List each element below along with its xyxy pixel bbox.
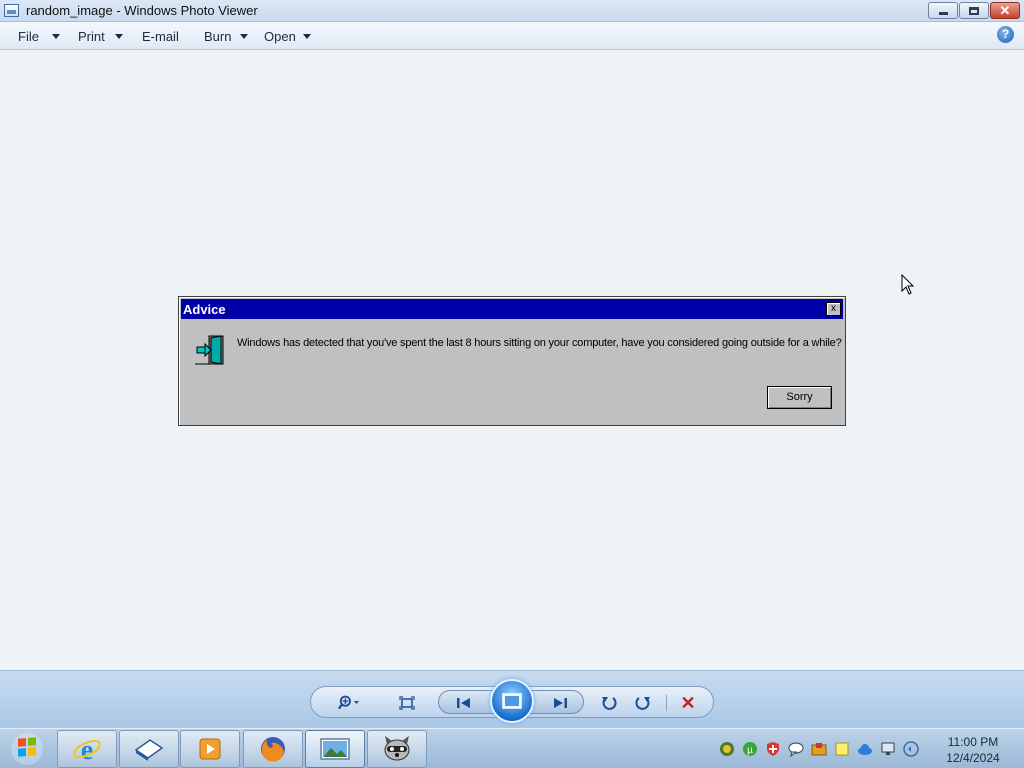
restore-button[interactable] [959,2,989,19]
clock-date: 12/4/2024 [946,751,1000,765]
media-player-icon [199,738,221,760]
volume-icon[interactable] [902,740,920,758]
actual-size-button[interactable] [395,693,419,713]
minimize-button[interactable] [928,2,958,19]
menu-email[interactable]: E-mail [142,29,179,44]
photo-viewer-icon [320,738,350,760]
menu-bar: File Print E-mail Burn Open ? [0,22,1024,50]
svg-text:µ: µ [747,745,753,756]
mouse-cursor-icon [901,274,915,295]
title-bar: random_image - Windows Photo Viewer ✕ [0,0,1024,22]
print-dropdown-arrow-icon[interactable] [115,34,123,39]
delete-button[interactable]: ✕ [676,693,700,713]
chat-icon[interactable] [787,740,805,758]
firefox-icon [261,737,285,762]
dialog-close-button[interactable]: x [826,302,841,316]
next-button[interactable] [548,693,572,713]
exit-door-icon [195,335,224,365]
minimize-icon [938,12,948,15]
taskbar-raccoon-app[interactable] [367,730,427,768]
previous-button[interactable] [452,693,476,713]
next-icon [554,698,567,708]
window-controls: ✕ [928,2,1020,19]
taskbar-firefox[interactable] [243,730,303,768]
close-button[interactable]: ✕ [990,2,1020,19]
help-icon[interactable]: ? [997,26,1014,43]
system-tray: µ [718,737,920,761]
windows-start-icon [11,733,43,765]
taskbar-internet-explorer[interactable]: e [57,730,117,768]
window-title: random_image - Windows Photo Viewer [26,3,258,18]
menu-burn[interactable]: Burn [204,29,231,44]
rotate-clockwise-icon [635,697,650,710]
menu-print[interactable]: Print [78,29,105,44]
menu-file[interactable]: File [18,29,39,44]
zoom-button[interactable] [338,693,362,713]
close-icon: ✕ [999,3,1011,18]
delete-icon: ✕ [680,692,696,713]
folder-icon[interactable] [810,740,828,758]
clock-time: 11:00 PM [947,735,999,749]
burn-dropdown-arrow-icon[interactable] [240,34,248,39]
control-divider [666,695,667,711]
actual-size-icon [399,696,415,710]
taskbar-desktop[interactable] [119,730,179,768]
sorry-button[interactable]: Sorry [767,386,832,409]
shield-icon[interactable] [764,740,782,758]
notes-icon[interactable] [833,740,851,758]
taskbar: e µ 11:00 PM 12/4/2024 [0,728,1024,768]
restore-icon [969,6,979,15]
cloud-icon[interactable] [856,740,874,758]
network-icon[interactable] [879,740,897,758]
taskbar-clock[interactable]: 11:00 PM 12/4/2024 [938,734,1008,766]
desktop-icon [134,739,164,761]
dialog-title: Advice [183,302,226,317]
taskbar-photo-viewer[interactable] [305,730,365,768]
tray-app-1-icon[interactable] [718,740,736,758]
dialog-message: Windows has detected that you've spent t… [237,337,842,349]
slideshow-button[interactable] [490,679,534,723]
slideshow-icon [502,693,522,709]
photo-viewer-app-icon [4,4,19,17]
raccoon-app-icon [384,736,410,761]
open-dropdown-arrow-icon[interactable] [303,34,311,39]
advice-dialog: Advice x Windows has detected that you'v… [178,296,846,426]
svg-text:e: e [81,735,93,764]
utorrent-icon[interactable]: µ [741,740,759,758]
menu-open[interactable]: Open [264,29,296,44]
previous-icon [457,698,470,708]
start-button[interactable] [4,731,50,767]
rotate-counterclockwise-button[interactable] [597,693,621,713]
dialog-title-bar: Advice x [181,299,843,319]
rotate-counterclockwise-icon [602,697,617,710]
taskbar-media-player[interactable] [180,730,240,768]
zoom-icon [338,695,360,710]
internet-explorer-icon: e [73,735,101,764]
file-dropdown-arrow-icon[interactable] [52,34,60,39]
rotate-clockwise-button[interactable] [631,693,655,713]
